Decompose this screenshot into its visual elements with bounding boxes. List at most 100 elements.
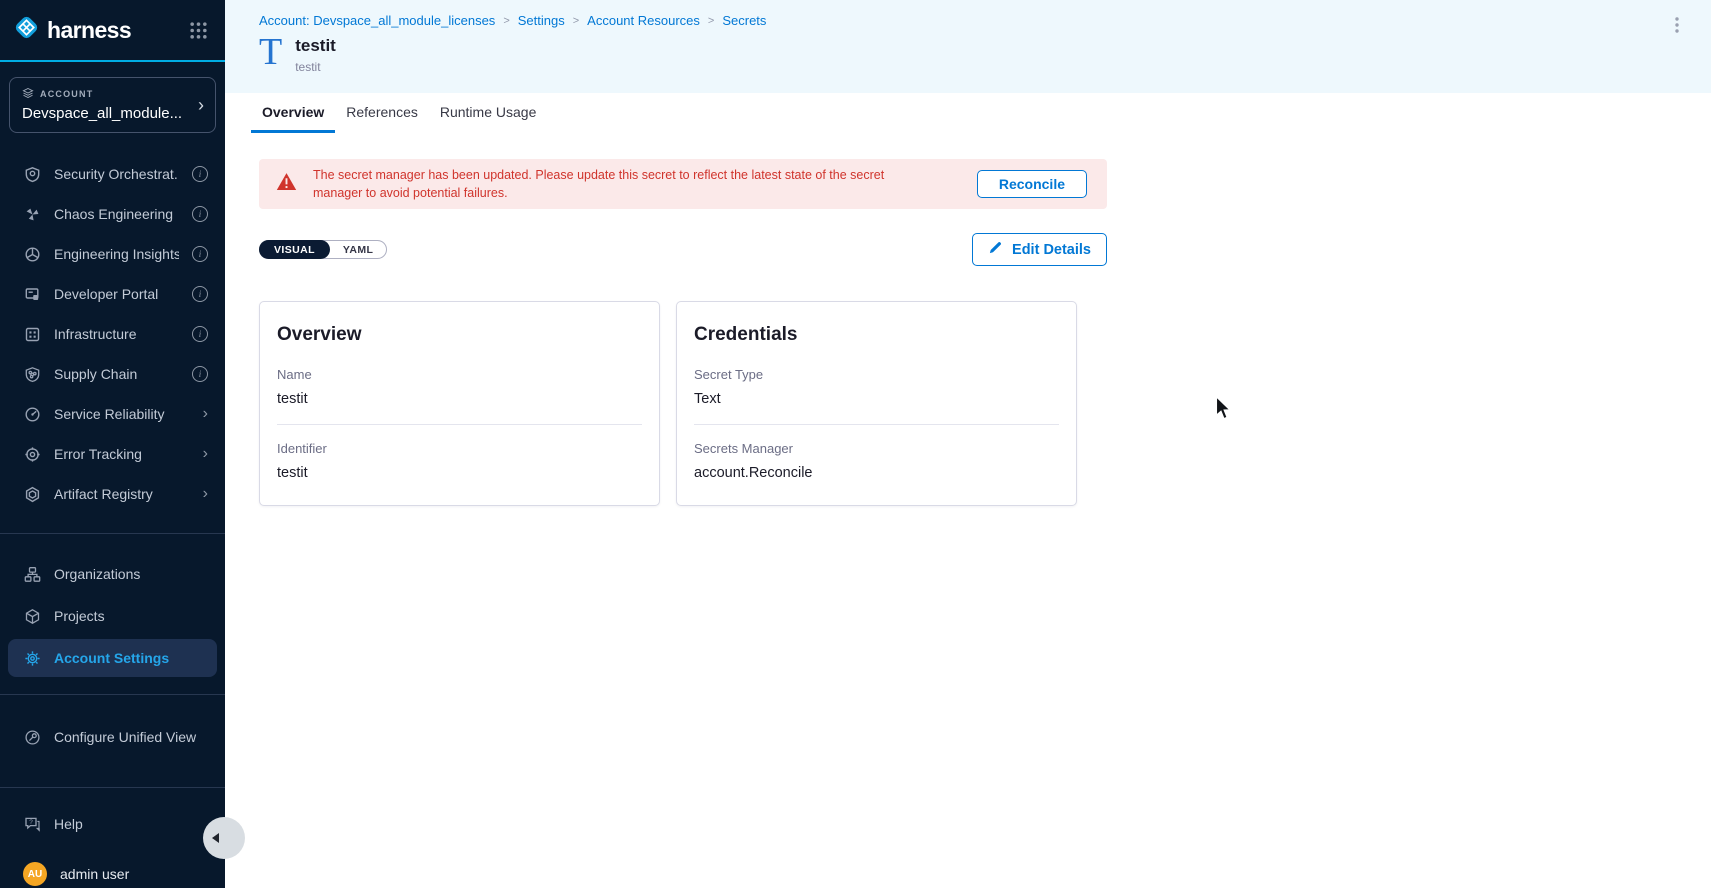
field-label: Secret Type xyxy=(694,367,1059,382)
sidebar-item-supply-chain[interactable]: Supply Chain i xyxy=(0,354,225,394)
help-button[interactable]: ? Help xyxy=(0,804,225,844)
toggle-visual[interactable]: VISUAL xyxy=(259,240,330,259)
field-value: account.Reconcile xyxy=(694,465,1059,481)
sidebar-item-label: Chaos Engineering xyxy=(54,206,179,222)
breadcrumb-secrets[interactable]: Secrets xyxy=(722,13,766,28)
main-panel: Account: Devspace_all_module_licenses > … xyxy=(225,0,1711,888)
detail-cards: Overview Name testit Identifier testit C… xyxy=(259,301,1711,506)
user-name: admin user xyxy=(60,866,208,882)
breadcrumb-account[interactable]: Account: Devspace_all_module_licenses xyxy=(259,13,495,28)
org-chart-icon xyxy=(23,566,41,583)
info-icon[interactable]: i xyxy=(192,246,208,262)
account-name: Devspace_all_module... xyxy=(22,105,203,122)
sidebar-collapse-handle[interactable] xyxy=(203,817,245,859)
card-divider xyxy=(277,424,642,425)
info-icon[interactable]: i xyxy=(192,366,208,382)
chevron-right-icon: › xyxy=(203,446,208,462)
breadcrumb-separator: > xyxy=(503,15,509,27)
sidebar-item-label: Service Reliability xyxy=(54,406,190,422)
sidebar-item-label: Supply Chain xyxy=(54,366,179,382)
warning-banner: The secret manager has been updated. Ple… xyxy=(259,159,1107,209)
breadcrumb-account-resources[interactable]: Account Resources xyxy=(587,13,700,28)
svg-text:?: ? xyxy=(29,819,33,826)
module-nav: Security Orchestrat... i Chaos Engineeri… xyxy=(0,154,225,514)
sidebar-item-service-reliability[interactable]: Service Reliability › xyxy=(0,394,225,434)
sidebar-item-projects[interactable]: Projects xyxy=(0,595,225,637)
sidebar-item-label: Account Settings xyxy=(54,650,169,666)
info-icon[interactable]: i xyxy=(192,286,208,302)
warning-triangle-icon xyxy=(276,172,297,196)
sidebar-divider xyxy=(0,533,225,534)
toggle-yaml[interactable]: YAML xyxy=(330,240,386,259)
field-label: Name xyxy=(277,367,642,382)
help-label: Help xyxy=(54,816,208,832)
tab-label: Runtime Usage xyxy=(440,104,537,120)
breadcrumb: Account: Devspace_all_module_licenses > … xyxy=(259,13,1711,28)
page-title: testit xyxy=(295,36,336,56)
overview-card: Overview Name testit Identifier testit xyxy=(259,301,660,506)
card-title: Overview xyxy=(277,324,642,346)
gear-icon xyxy=(23,650,41,667)
target-icon xyxy=(23,446,41,463)
chevron-right-icon: › xyxy=(203,486,208,502)
sidebar-item-engineering-insights[interactable]: Engineering Insights i xyxy=(0,234,225,274)
info-icon[interactable]: i xyxy=(192,206,208,222)
title-block: testit testit xyxy=(295,36,336,74)
card-divider xyxy=(694,424,1059,425)
breadcrumb-settings[interactable]: Settings xyxy=(518,13,565,28)
sidebar-item-error-tracking[interactable]: Error Tracking › xyxy=(0,434,225,474)
warning-message: The secret manager has been updated. Ple… xyxy=(313,166,917,202)
hexagon-icon xyxy=(23,486,41,503)
info-icon[interactable]: i xyxy=(192,166,208,182)
tab-runtime-usage[interactable]: Runtime Usage xyxy=(429,93,548,133)
sidebar-item-account-settings[interactable]: Account Settings xyxy=(8,639,217,677)
sidebar-item-artifact-registry[interactable]: Artifact Registry › xyxy=(0,474,225,514)
sidebar-item-infrastructure[interactable]: Infrastructure i xyxy=(0,314,225,354)
field-label: Identifier xyxy=(277,441,642,456)
sidebar-item-configure-unified-view[interactable]: Configure Unified View xyxy=(0,717,225,757)
harness-logo[interactable]: harness xyxy=(13,14,131,46)
help-chat-icon: ? xyxy=(23,816,41,833)
sidebar-item-security-orchestration[interactable]: Security Orchestrat... i xyxy=(0,154,225,194)
visual-yaml-toggle: VISUAL YAML xyxy=(259,240,387,259)
sidebar-item-label: Developer Portal xyxy=(54,286,179,302)
sidebar-item-organizations[interactable]: Organizations xyxy=(0,553,225,595)
tab-overview[interactable]: Overview xyxy=(251,93,335,133)
sidebar-item-developer-portal[interactable]: Developer Portal i xyxy=(0,274,225,314)
avatar: AU xyxy=(23,862,47,886)
layers-icon xyxy=(22,87,34,101)
sidebar-footer: ? Help AU admin user xyxy=(0,787,225,888)
user-menu[interactable]: AU admin user xyxy=(0,854,225,894)
sidebar-item-chaos-engineering[interactable]: Chaos Engineering i xyxy=(0,194,225,234)
pencil-icon xyxy=(988,240,1003,259)
breadcrumb-separator: > xyxy=(573,15,579,27)
edit-details-button[interactable]: Edit Details xyxy=(972,233,1107,266)
sidebar-item-label: Security Orchestrat... xyxy=(54,166,179,182)
portal-icon xyxy=(23,286,41,303)
sidebar-item-label: Artifact Registry xyxy=(54,486,190,502)
sidebar-item-label: Projects xyxy=(54,608,105,624)
sidebar-item-label: Infrastructure xyxy=(54,326,179,342)
harness-logo-icon xyxy=(13,14,40,46)
reconcile-button[interactable]: Reconcile xyxy=(977,170,1087,198)
tab-references[interactable]: References xyxy=(335,93,429,133)
sidebar: harness ACCOUNT Devspace_all_module. xyxy=(0,0,225,888)
field-label: Secrets Manager xyxy=(694,441,1059,456)
tab-label: Overview xyxy=(262,104,324,120)
sidebar-divider xyxy=(0,694,225,695)
account-selector[interactable]: ACCOUNT Devspace_all_module... › xyxy=(9,77,216,133)
field-value: testit xyxy=(277,465,642,481)
sidebar-item-label: Configure Unified View xyxy=(54,729,208,745)
field-value: Text xyxy=(694,391,1059,407)
cube-icon xyxy=(23,608,41,625)
app-root: harness ACCOUNT Devspace_all_module. xyxy=(0,0,1711,888)
kebab-menu-icon[interactable] xyxy=(1670,15,1684,35)
info-icon[interactable]: i xyxy=(192,326,208,342)
wrench-circle-icon xyxy=(23,729,41,746)
insights-icon xyxy=(23,246,41,263)
page-subtitle: testit xyxy=(295,60,336,74)
card-title: Credentials xyxy=(694,324,1059,346)
module-grid-icon[interactable] xyxy=(189,21,208,40)
page-header: Account: Devspace_all_module_licenses > … xyxy=(225,0,1711,93)
field-value: testit xyxy=(277,391,642,407)
